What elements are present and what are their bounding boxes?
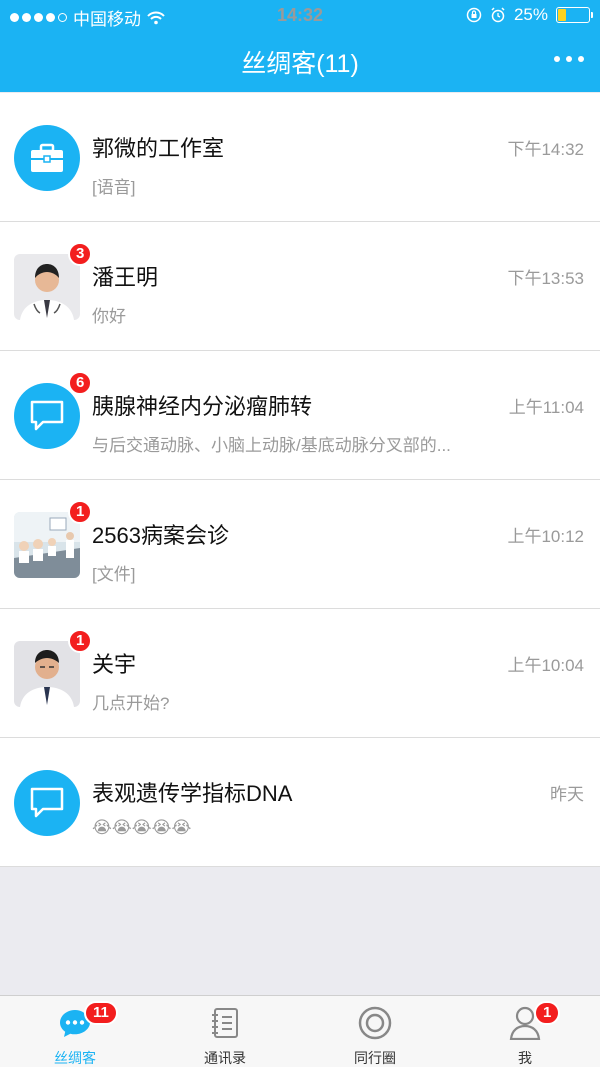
doctor-avatar — [14, 641, 80, 707]
conversation-time: 昨天 — [550, 785, 584, 804]
conversation-row[interactable]: 3 潘王明 你好 下午13:53 — [0, 222, 600, 351]
contacts-icon — [205, 1005, 245, 1041]
conversation-name: 关宇 — [92, 652, 137, 677]
conversation-row[interactable]: 郭微的工作室 [语音] 下午14:32 — [0, 93, 600, 222]
chat-bubble-icon — [14, 770, 80, 836]
conversation-name: 2563病案会诊 — [92, 523, 229, 548]
tab-bar: 11 丝绸客 通讯录 同行圈 1 我 — [0, 995, 600, 1067]
battery-icon — [556, 7, 593, 23]
conversation-row[interactable]: 6 胰腺神经内分泌瘤肺转 与后交通动脉、小脑上动脉/基底动脉分叉部的... 上午… — [0, 351, 600, 480]
unread-badge: 1 — [68, 629, 93, 653]
ellipsis-icon[interactable] — [554, 56, 584, 62]
unread-badge: 6 — [68, 371, 93, 395]
conversation-time: 下午13:53 — [507, 269, 584, 288]
tab-badge: 11 — [84, 1001, 118, 1025]
conversation-row[interactable]: 表观遗传学指标DNA 😭😭😭😭😭 昨天 — [0, 738, 600, 867]
conversation-preview: 与后交通动脉、小脑上动脉/基底动脉分叉部的... — [92, 436, 451, 455]
circle-icon — [355, 1005, 395, 1041]
tab-label: 同行圈 — [354, 1050, 396, 1066]
tab-chats[interactable]: 11 丝绸客 — [0, 996, 150, 1067]
status-bar: 中国移动 14:32 25% — [0, 0, 600, 30]
conversation-name: 潘王明 — [92, 265, 159, 290]
rotation-lock-icon — [466, 7, 482, 23]
unread-badge: 3 — [68, 242, 93, 266]
conversation-time: 上午10:04 — [507, 656, 584, 675]
conversation-time: 下午14:32 — [507, 140, 584, 159]
unread-badge: 1 — [68, 500, 93, 524]
briefcase-icon — [14, 125, 80, 191]
alarm-icon — [491, 7, 505, 23]
meeting-avatar — [14, 512, 80, 578]
tab-label: 丝绸客 — [54, 1050, 96, 1066]
conversation-name: 表观遗传学指标DNA — [92, 781, 293, 806]
status-right: 25% — [466, 5, 593, 25]
conversation-time: 上午10:12 — [507, 527, 584, 546]
conversation-list: 郭微的工作室 [语音] 下午14:32 3 潘王明 你好 下午13:53 6 胰… — [0, 93, 600, 867]
conversation-preview: [文件] — [92, 565, 136, 584]
tab-me[interactable]: 1 我 — [450, 996, 600, 1067]
tab-circle[interactable]: 同行圈 — [300, 996, 450, 1067]
tab-contacts[interactable]: 通讯录 — [150, 996, 300, 1067]
battery-percent: 25% — [513, 5, 548, 24]
conversation-name: 郭微的工作室 — [92, 136, 225, 161]
conversation-preview: 几点开始? — [92, 694, 170, 713]
page-title: 丝绸客(11) — [241, 50, 359, 78]
doctor-avatar — [14, 254, 80, 320]
chat-bubble-icon — [14, 383, 80, 449]
tab-label: 我 — [518, 1050, 532, 1066]
nav-bar: 丝绸客(11) — [0, 30, 600, 92]
conversation-preview: 你好 — [92, 307, 126, 326]
conversation-preview: [语音] — [92, 178, 136, 197]
conversation-preview: 😭😭😭😭😭 — [92, 818, 192, 837]
tab-label: 通讯录 — [204, 1050, 246, 1066]
tab-badge: 1 — [534, 1001, 561, 1025]
conversation-time: 上午11:04 — [508, 398, 584, 417]
conversation-name: 胰腺神经内分泌瘤肺转 — [92, 394, 313, 419]
conversation-row[interactable]: 1 2563病案会诊 [文件] 上午10:12 — [0, 480, 600, 609]
conversation-row[interactable]: 1 关宇 几点开始? 上午10:04 — [0, 609, 600, 738]
